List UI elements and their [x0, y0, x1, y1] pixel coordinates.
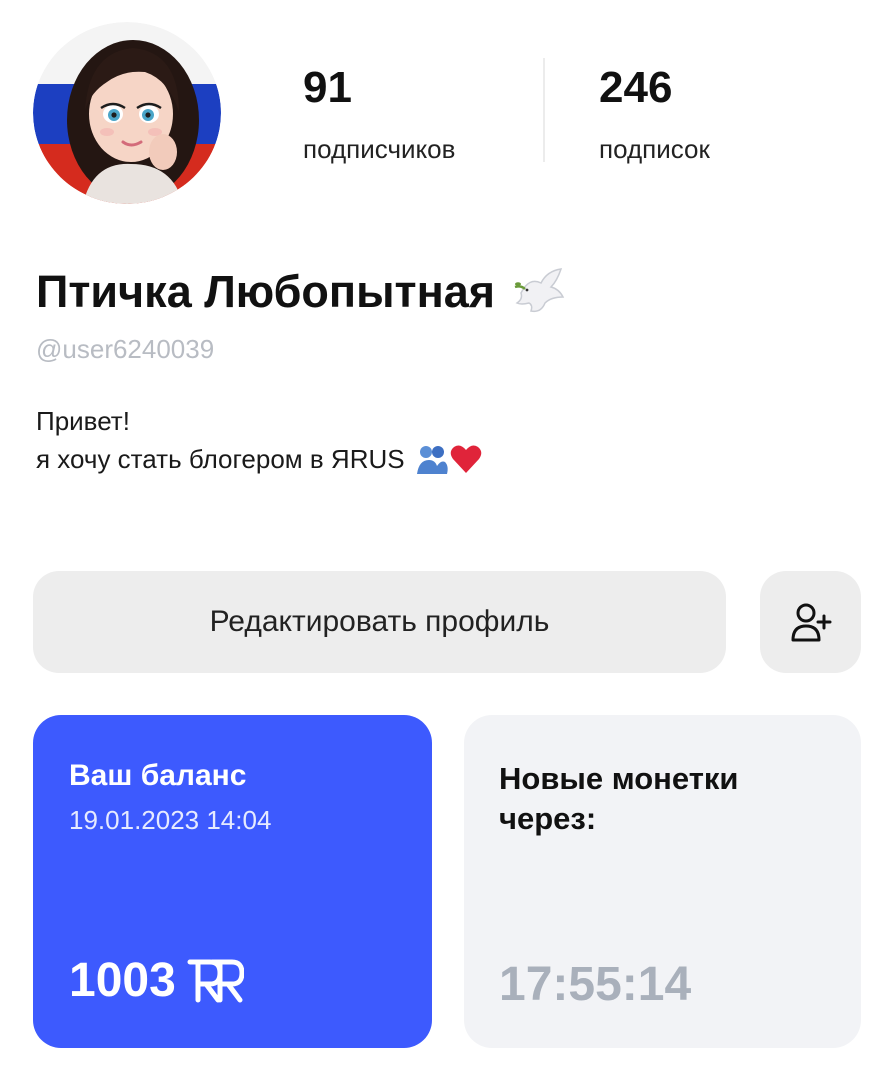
profile-handle: @user6240039: [36, 334, 215, 364]
avatar-image: [33, 22, 221, 204]
following-label: подписок: [599, 134, 710, 164]
followers-label: подписчиков: [303, 134, 456, 164]
balance-amount-row: 1003: [69, 951, 244, 1011]
bio-emojis: [415, 444, 483, 474]
stats-divider: [543, 58, 545, 162]
new-coins-card[interactable]: Новые монетки через: 17:55:14: [464, 715, 861, 1048]
balance-amount: 1003: [69, 954, 176, 1007]
bio-line-2: я хочу стать блогером в ЯRUS: [36, 444, 405, 474]
profile-name: Птичка Любопытная: [36, 266, 496, 317]
bio-line-2-row: я хочу стать блогером в ЯRUS: [36, 440, 483, 478]
following-count: 246: [599, 63, 673, 112]
balance-title: Ваш баланс: [69, 759, 247, 792]
followers-stat[interactable]: 91 подписчиков: [303, 60, 455, 164]
add-user-icon: [791, 603, 831, 642]
new-coins-timer: 17:55:14: [499, 958, 692, 1011]
add-friend-button[interactable]: [760, 571, 861, 673]
edit-profile-button[interactable]: Редактировать профиль: [33, 571, 726, 673]
profile-avatar[interactable]: [33, 22, 221, 204]
profile-bio: Привет! я хочу стать блогером в ЯRUS: [36, 402, 483, 478]
following-stat[interactable]: 246 подписок: [599, 60, 710, 164]
red-heart-icon: [450, 445, 481, 473]
balance-card[interactable]: Ваш баланс 19.01.2023 14:04 1003: [33, 715, 432, 1048]
balance-date: 19.01.2023 14:04: [69, 805, 272, 835]
yarus-currency-icon: [187, 959, 244, 1003]
profile-name-row: Птичка Любопытная: [36, 262, 569, 322]
bio-line-1: Привет!: [36, 406, 130, 436]
new-coins-title: Новые монетки через:: [499, 761, 739, 836]
followers-count: 91: [303, 63, 352, 112]
dove-icon: [514, 268, 565, 313]
people-hugging-icon: [416, 446, 448, 474]
